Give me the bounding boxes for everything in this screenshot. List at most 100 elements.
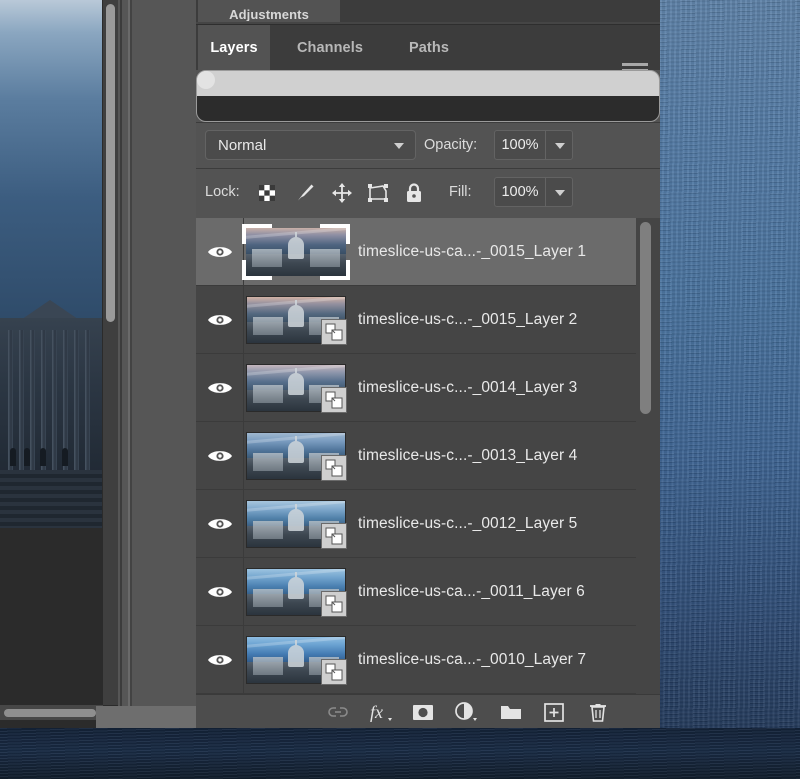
- document-canvas-area[interactable]: [0, 0, 118, 728]
- layer-visibility-cell: [196, 626, 244, 694]
- lock-label: Lock:: [205, 184, 240, 200]
- layer-thumbnail-wrapper[interactable]: [246, 500, 347, 549]
- thumb-building-wing: [252, 453, 283, 472]
- opacity-slider-button[interactable]: [545, 130, 573, 160]
- layer-visibility-cell: [196, 354, 244, 422]
- layer-visibility-cell: [196, 218, 244, 286]
- layer-thumbnail-wrapper[interactable]: [246, 364, 347, 413]
- lock-transparent-pixels-icon[interactable]: [255, 181, 279, 205]
- canvas-column: [30, 330, 35, 480]
- layer-thumbnail-wrapper[interactable]: [246, 296, 347, 345]
- tab-adjustments[interactable]: Adjustments: [198, 0, 340, 22]
- canvas-column: [85, 330, 90, 480]
- eye-icon[interactable]: [207, 312, 233, 328]
- layer-name[interactable]: timeslice-us-c...-_0014_Layer 3: [358, 354, 577, 422]
- thumb-building-wing: [252, 589, 283, 608]
- canvas-photo-capitol: [0, 0, 102, 528]
- new-group-icon[interactable]: [499, 701, 523, 723]
- eye-icon[interactable]: [207, 244, 233, 260]
- filter-toggle-switch[interactable]: [196, 70, 660, 122]
- layer-thumbnail-wrapper[interactable]: [246, 568, 347, 617]
- eye-icon[interactable]: [207, 448, 233, 464]
- tab-adjustments-label: Adjustments: [229, 8, 309, 21]
- smart-object-badge-icon: [321, 455, 347, 481]
- canvas-steps: [0, 470, 102, 528]
- thumb-building-wing: [252, 521, 283, 540]
- tab-layers-label: Layers: [210, 40, 258, 56]
- layer-name[interactable]: timeslice-us-c...-_0015_Layer 2: [358, 286, 577, 354]
- desktop-wallpaper-bottom: [0, 728, 800, 779]
- lock-position-icon[interactable]: [330, 181, 354, 205]
- new-adjustment-layer-icon[interactable]: [454, 701, 478, 723]
- smart-object-badge-icon: [321, 319, 347, 345]
- eye-icon[interactable]: [207, 652, 233, 668]
- layer-row[interactable]: timeslice-us-c...-_0014_Layer 3: [196, 354, 660, 422]
- layer-name[interactable]: timeslice-us-ca...-_0015_Layer 1: [358, 218, 586, 286]
- layer-visibility-cell: [196, 490, 244, 558]
- blend-mode-value: Normal: [218, 136, 267, 154]
- thumb-capitol-dome: [288, 300, 305, 328]
- layer-visibility-cell: [196, 422, 244, 490]
- lock-all-icon[interactable]: [402, 181, 426, 205]
- eye-icon[interactable]: [207, 380, 233, 396]
- layer-thumbnail-wrapper[interactable]: [246, 432, 347, 481]
- opacity-label: Opacity:: [424, 137, 478, 153]
- thumb-capitol-dome: [288, 504, 305, 532]
- layer-visibility-cell: [196, 286, 244, 354]
- canvas-vertical-scrollbar-thumb[interactable]: [106, 4, 115, 322]
- layer-name[interactable]: timeslice-us-ca...-_0011_Layer 6: [358, 558, 585, 626]
- tab-paths[interactable]: Paths: [390, 25, 468, 71]
- layer-row[interactable]: timeslice-us-c...-_0012_Layer 5: [196, 490, 660, 558]
- canvas-person: [24, 448, 30, 466]
- opacity-input[interactable]: 100%: [494, 130, 546, 160]
- tab-paths-label: Paths: [409, 40, 449, 56]
- tab-channels-label: Channels: [296, 40, 364, 56]
- smart-object-badge-icon: [321, 591, 347, 617]
- layer-list-scrollbar-thumb[interactable]: [640, 222, 651, 414]
- new-layer-icon[interactable]: [542, 701, 566, 723]
- status-bar-strip: [96, 706, 196, 728]
- layers-panel: Adjustments Layers Channels Paths Kind: [196, 0, 660, 728]
- eye-icon[interactable]: [207, 584, 233, 600]
- smart-object-badge-icon: [321, 387, 347, 413]
- layers-panel-bottom-toolbar: fx: [196, 694, 660, 728]
- add-layer-mask-icon[interactable]: [411, 701, 435, 723]
- toggle-knob: [197, 71, 215, 89]
- layer-name[interactable]: timeslice-us-c...-_0012_Layer 5: [358, 490, 577, 558]
- adjustments-panel-strip: Adjustments: [196, 0, 660, 22]
- smart-object-badge-icon: [321, 659, 347, 685]
- layer-name[interactable]: timeslice-us-c...-_0013_Layer 4: [358, 422, 577, 490]
- tab-layers[interactable]: Layers: [198, 25, 270, 71]
- lock-row: Lock: Fill: 100%: [196, 168, 660, 218]
- fill-slider-button[interactable]: [545, 177, 573, 207]
- lock-artboard-nesting-icon[interactable]: [366, 181, 390, 205]
- blend-mode-dropdown[interactable]: Normal: [205, 130, 416, 160]
- thumb-capitol-dome: [288, 640, 305, 668]
- layer-visibility-cell: [196, 558, 244, 626]
- layer-thumbnail-wrapper[interactable]: [246, 636, 347, 685]
- layer-list[interactable]: timeslice-us-ca...-_0015_Layer 1 timeslic…: [196, 218, 660, 694]
- canvas-person: [62, 448, 68, 466]
- fill-input[interactable]: 100%: [494, 177, 546, 207]
- layer-thumbnail-wrapper[interactable]: [242, 224, 350, 280]
- chevron-down-icon: [394, 143, 404, 149]
- tab-channels[interactable]: Channels: [270, 25, 390, 71]
- link-layers-icon[interactable]: [326, 701, 350, 723]
- layer-style-fx-icon[interactable]: fx: [369, 701, 393, 723]
- eye-icon[interactable]: [207, 516, 233, 532]
- layer-name[interactable]: timeslice-us-ca...-_0010_Layer 7: [358, 626, 586, 694]
- delete-layer-icon[interactable]: [586, 701, 610, 723]
- panel-tab-bar: Layers Channels Paths: [196, 24, 660, 78]
- chevron-down-icon: [555, 190, 565, 196]
- layer-row[interactable]: timeslice-us-ca...-_0015_Layer 1: [196, 218, 660, 286]
- canvas-empty-area: [0, 528, 102, 728]
- layer-row[interactable]: timeslice-us-c...-_0015_Layer 2: [196, 286, 660, 354]
- layer-row[interactable]: timeslice-us-ca...-_0011_Layer 6: [196, 558, 660, 626]
- layer-row[interactable]: timeslice-us-c...-_0013_Layer 4: [196, 422, 660, 490]
- lock-image-pixels-icon[interactable]: [293, 181, 317, 205]
- panel-divider: [120, 0, 122, 728]
- layer-row[interactable]: timeslice-us-ca...-_0010_Layer 7: [196, 626, 660, 694]
- thumb-capitol-dome: [288, 368, 305, 396]
- chevron-down-icon: [555, 143, 565, 149]
- canvas-horizontal-scrollbar-thumb[interactable]: [4, 709, 96, 717]
